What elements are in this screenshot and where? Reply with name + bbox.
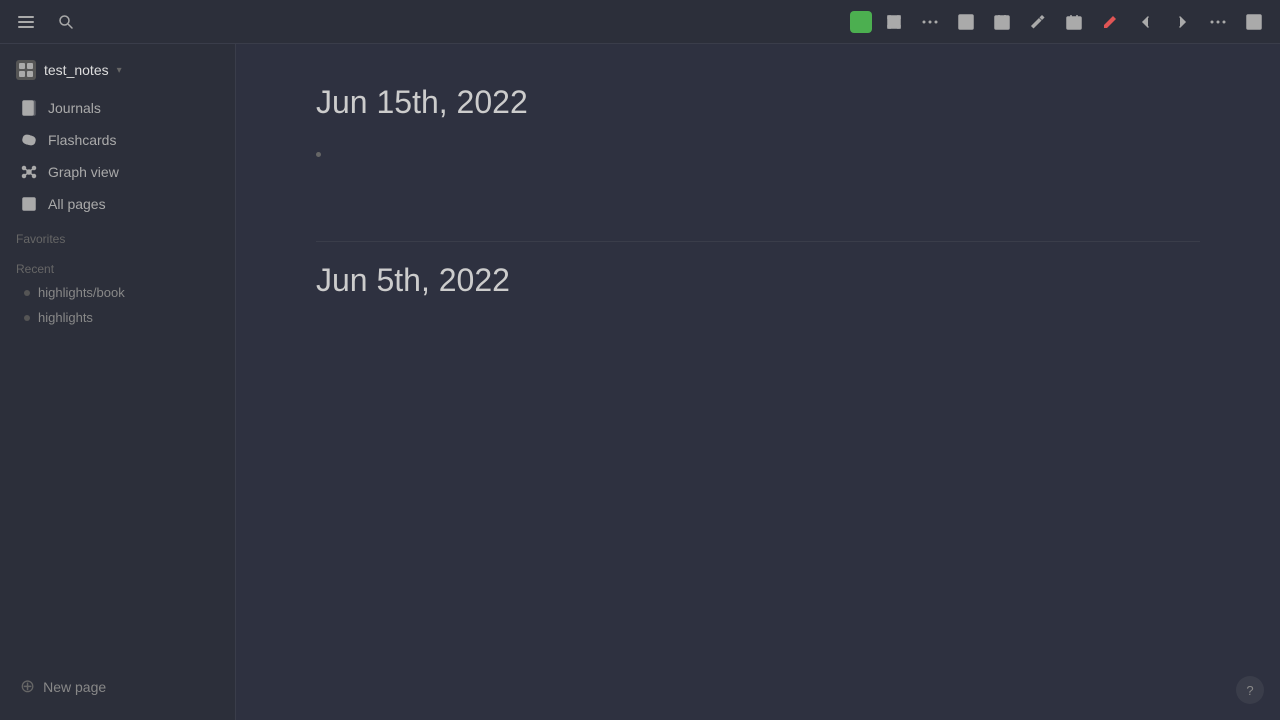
sidebar-label-all-pages: All pages bbox=[48, 196, 106, 212]
entry-divider bbox=[316, 241, 1200, 242]
sidebar-item-flashcards[interactable]: Flashcards bbox=[4, 124, 231, 156]
recent-dot-icon bbox=[24, 290, 30, 296]
workspace-chevron: ▾ bbox=[117, 65, 122, 76]
sidebar-item-graph-view[interactable]: Graph view bbox=[4, 156, 231, 188]
date-icon[interactable] bbox=[1060, 8, 1088, 36]
recent-section-title: Recent bbox=[0, 250, 235, 280]
topbar-left bbox=[12, 8, 80, 36]
green-status-button[interactable] bbox=[850, 11, 872, 33]
back-icon[interactable] bbox=[1132, 8, 1160, 36]
layout-icon[interactable] bbox=[1240, 8, 1268, 36]
workspace-name: test_notes bbox=[44, 62, 109, 78]
favorites-section: Favorites bbox=[0, 220, 235, 250]
help-label: ? bbox=[1246, 683, 1253, 698]
sidebar-bottom: ⊕ New page bbox=[0, 661, 235, 712]
new-page-button[interactable]: ⊕ New page bbox=[4, 669, 231, 704]
sidebar-label-flashcards: Flashcards bbox=[48, 132, 116, 148]
recent-label: Recent bbox=[16, 262, 54, 276]
sidebar-label-journals: Journals bbox=[48, 100, 101, 116]
help-button[interactable]: ? bbox=[1236, 676, 1264, 704]
sidebar-item-journals[interactable]: Journals bbox=[4, 92, 231, 124]
sidebar: test_notes ▾ Journals Flashcards bbox=[0, 44, 236, 720]
journals-icon bbox=[20, 99, 38, 117]
sidebar-nav: Journals Flashcards Graph view bbox=[0, 92, 235, 220]
journal-entry-jun15: Jun 15th, 2022 bbox=[316, 84, 1200, 181]
favorites-label: Favorites bbox=[16, 232, 65, 246]
main-layout: test_notes ▾ Journals Flashcards bbox=[0, 44, 1280, 720]
journal-date-jun5: Jun 5th, 2022 bbox=[316, 262, 1200, 299]
workspace-icon bbox=[16, 60, 36, 80]
calendar-icon[interactable] bbox=[988, 8, 1016, 36]
tool-icon[interactable] bbox=[1024, 8, 1052, 36]
content-area[interactable]: Jun 15th, 2022 Jun 5th, 2022 bbox=[236, 44, 1280, 720]
search-icon[interactable] bbox=[52, 8, 80, 36]
workspace-header[interactable]: test_notes ▾ bbox=[0, 52, 235, 88]
menu-icon[interactable] bbox=[12, 8, 40, 36]
recent-dot-icon bbox=[24, 315, 30, 321]
expand-icon[interactable] bbox=[880, 8, 908, 36]
more-dots-icon[interactable] bbox=[1204, 8, 1232, 36]
table-icon[interactable] bbox=[952, 8, 980, 36]
more-options-icon[interactable] bbox=[916, 8, 944, 36]
topbar bbox=[0, 0, 1280, 44]
graph-icon bbox=[20, 163, 38, 181]
new-page-label: New page bbox=[43, 679, 106, 695]
sidebar-label-graph-view: Graph view bbox=[48, 164, 119, 180]
bullet-point bbox=[316, 141, 1200, 161]
recent-item-highlights[interactable]: highlights bbox=[0, 305, 235, 330]
recent-item-label: highlights/book bbox=[38, 285, 125, 300]
journal-entry-jun5: Jun 5th, 2022 bbox=[316, 262, 1200, 299]
forward-icon[interactable] bbox=[1168, 8, 1196, 36]
new-page-plus-icon: ⊕ bbox=[20, 676, 35, 697]
journal-body-jun15[interactable] bbox=[316, 141, 1200, 181]
flashcards-icon bbox=[20, 131, 38, 149]
recent-item-label: highlights bbox=[38, 310, 93, 325]
all-pages-icon bbox=[20, 195, 38, 213]
journal-date-jun15: Jun 15th, 2022 bbox=[316, 84, 1200, 121]
recent-item-highlights-book[interactable]: highlights/book bbox=[0, 280, 235, 305]
sidebar-item-all-pages[interactable]: All pages bbox=[4, 188, 231, 220]
pen-icon[interactable] bbox=[1096, 8, 1124, 36]
bullet-dot-icon bbox=[316, 152, 321, 157]
topbar-right bbox=[850, 8, 1268, 36]
